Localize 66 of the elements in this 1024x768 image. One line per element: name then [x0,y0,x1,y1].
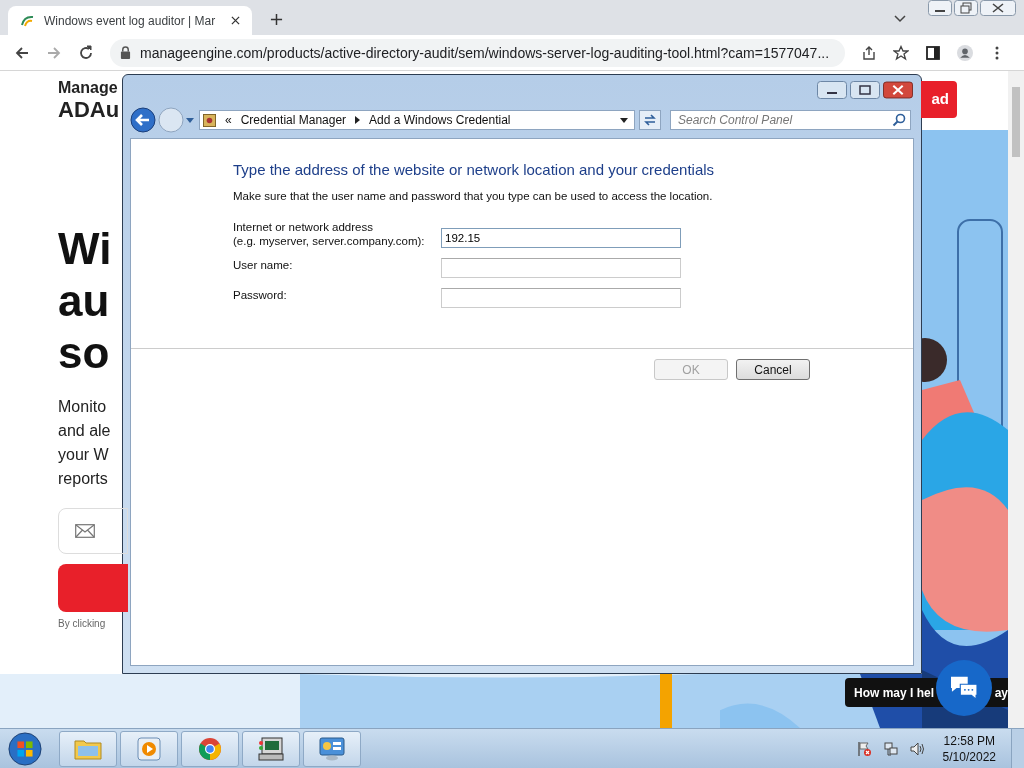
logo-text[interactable]: ADAu [58,97,120,123]
chat-prompt-text: How may I hel [854,685,935,700]
speaker-icon[interactable] [909,740,926,757]
envelope-icon [75,524,95,538]
lock-icon [120,46,131,59]
dialog-description: Make sure that the user name and password that you type can be used to access the location. [233,190,713,202]
taskbar-button[interactable] [242,730,300,767]
intro-text: and ale [58,421,111,441]
maximize-icon[interactable] [850,81,880,99]
address-bar[interactable]: « Credential Manager Add a Windows Credential [199,110,635,130]
intro-text: Monito [58,397,108,417]
refresh-button[interactable] [639,110,661,130]
separator-arrow-icon[interactable] [355,116,361,124]
field-hint: (e.g. myserver, server.company.com): [233,234,426,248]
download-button[interactable]: ad [921,81,957,118]
control-panel-icon [203,113,216,127]
share-icon[interactable] [861,44,877,61]
intro-text: reports [58,469,109,489]
clock[interactable]: 12:58 PM 5/10/2022 [942,732,996,765]
monitor-icon [318,736,346,761]
scrollbar[interactable] [1008,71,1024,728]
logo-text[interactable]: Manage [58,79,118,97]
headline-text: au [58,275,111,327]
flag-icon[interactable] [855,740,872,757]
intro-text: your W [58,445,110,465]
field-label: User name: [233,258,294,272]
close-icon[interactable] [883,81,913,99]
field-label: Password: [233,288,288,302]
dialog-heading: Type the address of the website or network location and your credentials [233,161,715,178]
field-label: Internet or network address [233,220,374,234]
profile-icon[interactable] [957,44,973,61]
breadcrumb-overflow[interactable]: « [225,113,232,127]
input-field[interactable] [441,288,681,308]
reload-icon[interactable] [78,44,94,61]
input-field[interactable] [441,258,681,278]
computer-icon [257,736,285,761]
input-field[interactable]: 192.15 [441,228,681,248]
headline-text: Wi [58,223,112,275]
taskbar-button[interactable] [181,730,239,767]
play-icon [135,736,163,761]
dropdown-arrow-icon[interactable] [620,117,628,123]
chevron-down-icon[interactable] [894,15,906,23]
breadcrumb-item[interactable]: Credential Manager [240,113,347,127]
restore-icon[interactable] [954,0,978,16]
minimize-icon[interactable] [817,81,847,99]
search-icon [892,113,906,127]
cancel-button[interactable]: Cancel [736,359,810,380]
breadcrumb-item[interactable]: Add a Windows Credential [369,113,511,127]
refresh-icon [643,113,657,127]
side-panel-icon[interactable] [925,44,941,61]
email-field[interactable] [58,508,128,554]
browser-tab[interactable]: Windows event log auditor | Mar [8,6,252,35]
star-icon[interactable] [893,44,909,61]
consent-text: By clicking [58,618,106,629]
headline-text: so [58,327,111,379]
start-button[interactable] [8,731,42,766]
new-tab-icon[interactable] [270,13,283,26]
browser-icon [196,736,224,761]
search-field[interactable]: Search Control Panel [670,110,911,130]
address-bar[interactable]: manageengine.com/products/active-directory-audit/sem/windows-server-log-auditing-tool.html?cam=1577047... [110,38,845,67]
close-icon[interactable] [980,0,1016,16]
taskbar-button[interactable] [303,730,361,767]
network-icon[interactable] [882,740,899,757]
back-arrow-icon[interactable] [14,44,30,61]
minimize-icon[interactable] [928,0,952,16]
close-icon[interactable] [231,16,240,25]
